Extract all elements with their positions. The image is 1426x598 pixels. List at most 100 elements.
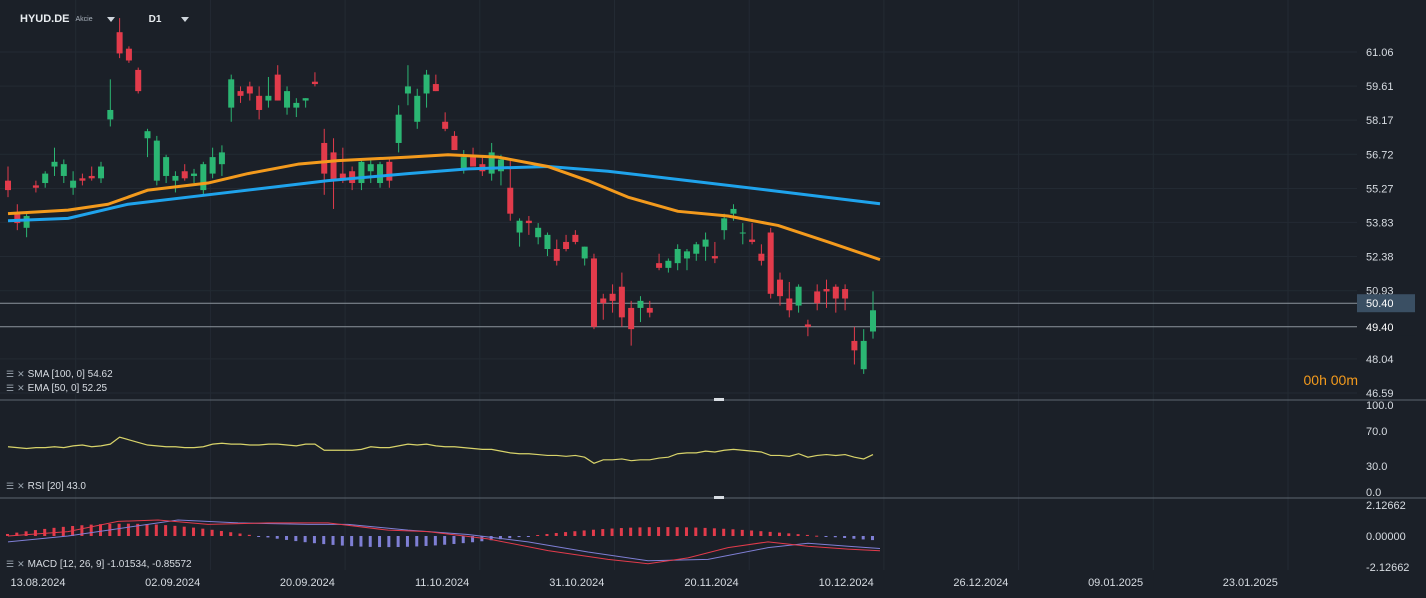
macd-histogram-bar bbox=[396, 536, 400, 548]
indicator-sma-legend[interactable]: ☰ ✕ SMA [100, 0] 54.62 bbox=[6, 369, 113, 380]
settings-icon[interactable]: ☰ bbox=[6, 481, 14, 492]
candle-body bbox=[125, 48, 132, 61]
candle-body bbox=[88, 175, 95, 179]
macd-histogram-bar bbox=[238, 533, 242, 536]
chart-canvas[interactable]: 61.0659.6158.1756.7255.2753.8352.3850.93… bbox=[0, 0, 1426, 598]
candle-body bbox=[683, 251, 690, 259]
macd-histogram-bar bbox=[610, 528, 614, 536]
date-tick-label: 26.12.2024 bbox=[953, 577, 1008, 589]
macd-histogram-bar bbox=[554, 533, 558, 536]
rsi-tick-label: 100.0 bbox=[1366, 400, 1394, 412]
candle-body bbox=[674, 249, 681, 264]
candle-body bbox=[404, 86, 411, 94]
trading-chart: { "header": {"symbol": "HYUD.DE", "instr… bbox=[0, 0, 1426, 598]
candle-body bbox=[172, 175, 179, 181]
candle-body bbox=[628, 307, 635, 330]
candle-body bbox=[311, 81, 318, 85]
close-icon[interactable]: ✕ bbox=[17, 481, 25, 492]
price-tick-label: 55.27 bbox=[1366, 183, 1394, 195]
candle-body bbox=[209, 157, 216, 174]
candle-body bbox=[665, 260, 672, 268]
candle-body bbox=[228, 79, 235, 108]
candle-body bbox=[358, 161, 365, 184]
candle-body bbox=[721, 218, 728, 231]
settings-icon[interactable]: ☰ bbox=[6, 369, 14, 380]
macd-histogram-bar bbox=[852, 536, 856, 539]
indicator-ema-legend[interactable]: ☰ ✕ EMA [50, 0] 52.25 bbox=[6, 383, 107, 394]
candle-body bbox=[284, 91, 291, 108]
macd-histogram-bar bbox=[443, 536, 447, 545]
candle-body bbox=[749, 239, 756, 242]
price-tick-label: 59.61 bbox=[1366, 81, 1394, 93]
rsi-tick-label: 0.0 bbox=[1366, 487, 1381, 499]
macd-tick-label: -2.12662 bbox=[1366, 562, 1409, 574]
macd-histogram-bar bbox=[117, 523, 121, 536]
candle-body bbox=[693, 244, 700, 254]
indicator-rsi-legend[interactable]: ☰ ✕ RSI [20] 43.0 bbox=[6, 481, 86, 492]
macd-histogram-bar bbox=[145, 524, 149, 536]
date-tick-label: 23.01.2025 bbox=[1223, 577, 1278, 589]
indicator-rsi-label: RSI [20] 43.0 bbox=[27, 481, 86, 492]
macd-histogram-bar bbox=[294, 536, 298, 542]
settings-icon[interactable]: ☰ bbox=[6, 383, 14, 394]
candle-body bbox=[442, 121, 449, 129]
candle-body bbox=[823, 289, 830, 292]
macd-histogram-bar bbox=[573, 531, 577, 536]
candle-body bbox=[609, 293, 616, 301]
candle-body bbox=[414, 95, 421, 122]
macd-histogram-bar bbox=[545, 533, 549, 536]
macd-histogram-bar bbox=[526, 536, 530, 537]
macd-histogram-bar bbox=[257, 536, 261, 537]
macd-histogram-bar bbox=[210, 529, 214, 536]
candle-body bbox=[535, 227, 542, 238]
timeframe-dropdown-icon[interactable] bbox=[181, 16, 190, 22]
macd-histogram-bar bbox=[787, 533, 791, 536]
candle-body bbox=[804, 324, 811, 327]
candle-body bbox=[144, 131, 151, 139]
candle-body bbox=[181, 171, 188, 179]
candle-body bbox=[739, 232, 746, 234]
macd-histogram-bar bbox=[424, 536, 428, 546]
macd-histogram-bar bbox=[536, 534, 540, 536]
candle-body bbox=[525, 220, 532, 224]
close-icon[interactable]: ✕ bbox=[17, 559, 25, 570]
settings-icon[interactable]: ☰ bbox=[6, 559, 14, 570]
price-tick-label: 61.06 bbox=[1366, 47, 1394, 59]
close-icon[interactable]: ✕ bbox=[17, 369, 25, 380]
bar-countdown: 00h 00m bbox=[1303, 372, 1358, 388]
candle-body bbox=[265, 95, 272, 101]
price-tick-label: 46.59 bbox=[1366, 388, 1394, 400]
candle-body bbox=[451, 135, 458, 151]
date-tick-label: 11.10.2024 bbox=[415, 577, 469, 589]
candle-body bbox=[98, 166, 105, 179]
candle-body bbox=[544, 234, 551, 250]
timeframe-label[interactable]: D1 bbox=[149, 14, 162, 25]
indicator-macd-legend[interactable]: ☰ ✕ MACD [12, 26, 9] -1.01534, -0.85572 bbox=[6, 559, 192, 570]
macd-histogram-bar bbox=[192, 527, 196, 536]
candle-body bbox=[60, 164, 67, 176]
macd-histogram-bar bbox=[368, 536, 372, 547]
candle-body bbox=[70, 180, 77, 188]
candle-body bbox=[470, 157, 477, 167]
macd-histogram-bar bbox=[861, 536, 865, 540]
macd-histogram-bar bbox=[694, 527, 698, 536]
macd-tick-label: 2.12662 bbox=[1366, 500, 1406, 512]
candle-body bbox=[460, 157, 467, 169]
candle-body bbox=[256, 95, 263, 110]
candle-body bbox=[42, 173, 49, 184]
macd-histogram-bar bbox=[722, 528, 726, 536]
close-icon[interactable]: ✕ bbox=[17, 383, 25, 394]
candle-body bbox=[116, 32, 123, 54]
date-tick-label: 02.09.2024 bbox=[145, 577, 200, 589]
candle-body bbox=[246, 86, 253, 94]
candle-body bbox=[330, 152, 337, 181]
symbol-dropdown-icon[interactable] bbox=[106, 16, 115, 22]
macd-tick-label: 0.00000 bbox=[1366, 531, 1406, 543]
candle-body bbox=[274, 74, 281, 101]
macd-histogram-bar bbox=[675, 527, 679, 536]
macd-histogram-bar bbox=[871, 536, 874, 541]
symbol-label[interactable]: HYUD.DE bbox=[20, 13, 70, 25]
macd-histogram-bar bbox=[517, 536, 521, 538]
candle-body bbox=[135, 69, 142, 92]
candle-body bbox=[237, 91, 244, 96]
